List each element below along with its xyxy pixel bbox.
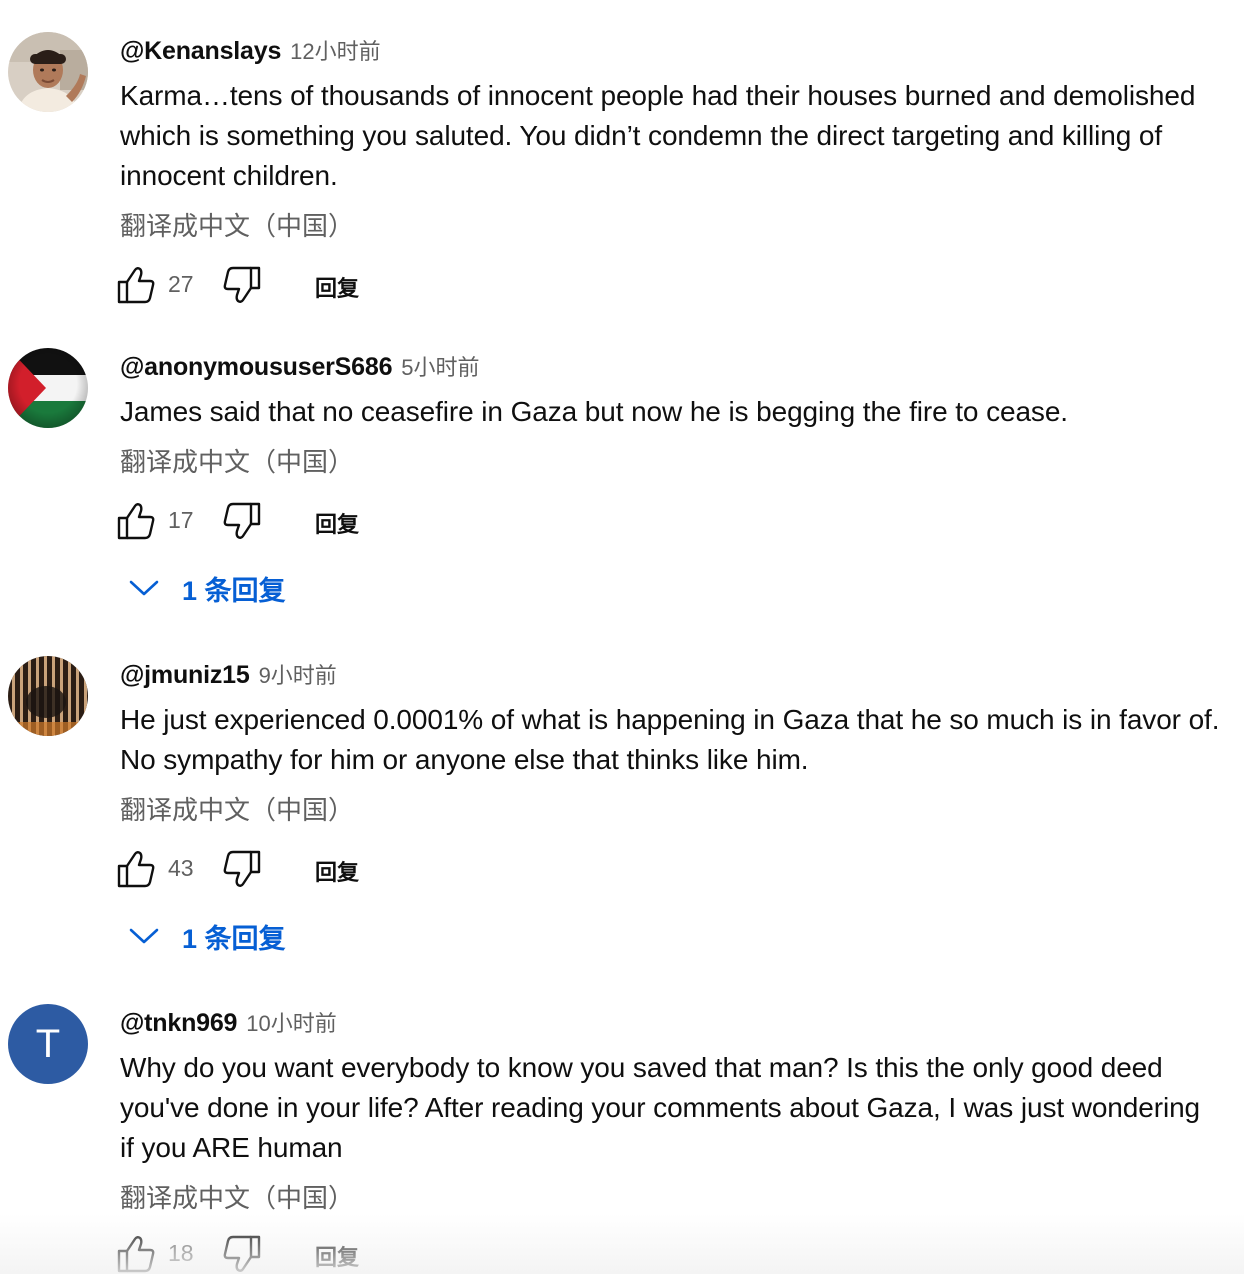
comment-text: He just experienced 0.0001% of what is h… [120,704,1220,775]
comment-header: @tnkn969 10小时前 [120,1006,337,1038]
palestine-flag-icon [8,348,88,428]
comment-text: Why do you want everybody to know you sa… [120,1052,1201,1163]
thumbs-down-icon [223,266,261,303]
comment-text: Karma…tens of thousands of innocent peop… [120,80,1196,191]
comment-actions: 18 回复 [116,1234,516,1274]
dislike-button[interactable] [222,1234,262,1274]
avatar-image [8,32,88,112]
thumbs-down-icon [223,1235,261,1272]
comment-time[interactable]: 5小时前 [401,350,479,382]
like-button[interactable] [116,1234,156,1274]
like-count: 17 [168,507,194,533]
comment-author[interactable]: @tnkn969 [120,1009,237,1038]
like-count: 18 [168,1240,194,1266]
comment-actions: 27 回复 [116,265,516,305]
comment-author[interactable]: @Kenanslays [120,37,281,66]
comment-header: @anonymoususerS686 5小时前 [120,350,480,382]
chevron-down-icon [129,928,159,944]
comment-text: James said that no ceasefire in Gaza but… [120,396,1068,427]
translate-link[interactable]: 翻译成中文（中国） [120,790,354,827]
comment-actions: 17 回复 [116,501,516,541]
comment-actions: 43 回复 [116,849,516,889]
reply-button[interactable]: 回复 [315,855,359,887]
comment-author[interactable]: @anonymoususerS686 [120,353,392,382]
comment-time[interactable]: 9小时前 [259,658,337,690]
like-button[interactable] [116,501,156,541]
comment-header: @jmuniz15 9小时前 [120,658,337,690]
like-button[interactable] [116,849,156,889]
translate-link[interactable]: 翻译成中文（中国） [120,1178,354,1215]
thumbs-down-icon [223,850,261,887]
thumbs-up-icon [117,503,155,540]
reply-button[interactable]: 回复 [315,1240,359,1272]
like-count: 27 [168,271,194,297]
thumbs-down-icon [223,502,261,539]
replies-count-label: 1 条回复 [182,923,286,954]
view-replies-button[interactable]: 1 条回复 [128,568,286,608]
dislike-button[interactable] [222,265,262,305]
reply-button[interactable]: 回复 [315,271,359,303]
thumbs-up-icon [117,1236,155,1273]
view-replies-button[interactable]: 1 条回复 [128,916,286,956]
thumbs-up-icon [117,851,155,888]
avatar-letter: T [35,1021,61,1066]
comment-header: @Kenanslays 12小时前 [120,34,381,66]
thumbs-up-icon [117,267,155,304]
dislike-button[interactable] [222,849,262,889]
chevron-down-icon [129,580,159,596]
avatar-image [8,656,88,736]
letter-avatar[interactable]: T [8,1004,88,1084]
comment-author[interactable]: @jmuniz15 [120,661,250,690]
like-count: 43 [168,855,194,881]
comment-time[interactable]: 12小时前 [290,34,380,66]
translate-link[interactable]: 翻译成中文（中国） [120,442,354,479]
dislike-button[interactable] [222,501,262,541]
user-photo-avatar[interactable] [8,32,88,112]
translate-link[interactable]: 翻译成中文（中国） [120,206,354,243]
reply-button[interactable]: 回复 [315,507,359,539]
like-button[interactable] [116,265,156,305]
replies-count-label: 1 条回复 [182,575,286,606]
dark-striped-avatar[interactable] [8,656,88,736]
comment-time[interactable]: 10小时前 [246,1006,336,1038]
palestine-flag-avatar[interactable] [8,348,88,428]
